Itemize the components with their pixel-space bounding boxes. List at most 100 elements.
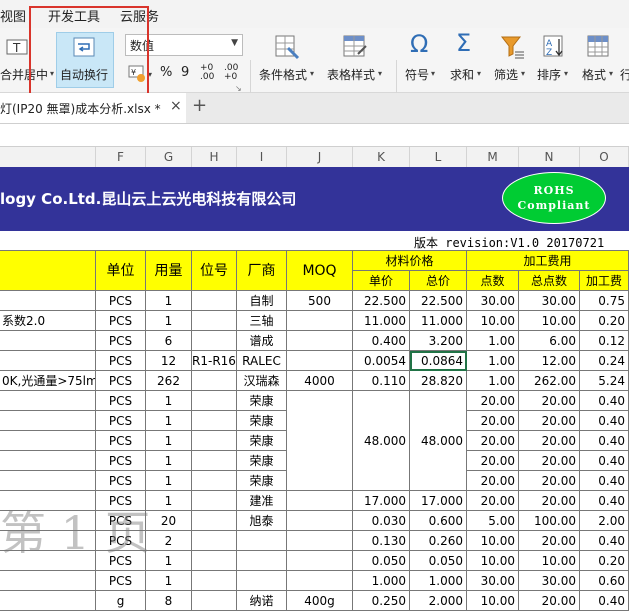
menu-view[interactable]: 视图 <box>0 6 26 25</box>
cell-tp[interactable]: 0.260 <box>410 531 467 551</box>
cell-fee[interactable]: 0.75 <box>580 291 629 311</box>
filter-button[interactable]: 筛选 <box>494 66 518 83</box>
cell-up[interactable] <box>353 451 410 471</box>
cell-up[interactable]: 11.000 <box>353 311 410 331</box>
comma-style-button[interactable]: 9 <box>181 65 189 80</box>
column-header-e[interactable] <box>0 147 96 167</box>
cell-pts[interactable]: 20.00 <box>467 391 519 411</box>
cell-tpts[interactable]: 12.00 <box>519 351 580 371</box>
header-material-price[interactable]: 材料价格 <box>353 251 467 271</box>
cell-up[interactable] <box>353 411 410 431</box>
cell-pos[interactable] <box>192 531 237 551</box>
cell-desc[interactable] <box>0 411 96 431</box>
cell-tp[interactable]: 22.500 <box>410 291 467 311</box>
cell-fee[interactable]: 0.40 <box>580 471 629 491</box>
cell-fee[interactable]: 0.40 <box>580 591 629 611</box>
cell-pts[interactable]: 10.00 <box>467 531 519 551</box>
symbol-button[interactable]: 符号 <box>405 66 429 83</box>
header-unit-price[interactable]: 单价 <box>353 271 410 291</box>
cell-tpts[interactable]: 20.00 <box>519 411 580 431</box>
filter-caret-icon[interactable]: ▾ <box>521 69 525 78</box>
cell-unit[interactable]: PCS <box>96 331 146 351</box>
cell-tp[interactable]: 11.000 <box>410 311 467 331</box>
cell-unit[interactable]: PCS <box>96 411 146 431</box>
cell-qty[interactable]: 1 <box>146 571 192 591</box>
decrease-decimal-button[interactable]: .00 +0 <box>224 64 244 82</box>
cell-tpts[interactable]: 10.00 <box>519 551 580 571</box>
cell-maker[interactable]: 谱成 <box>237 331 287 351</box>
cell-tp[interactable]: 28.820 <box>410 371 467 391</box>
column-header-m[interactable]: M <box>467 147 519 167</box>
cell-tpts[interactable]: 10.00 <box>519 311 580 331</box>
cell-maker[interactable]: 荣康 <box>237 431 287 451</box>
cell-unit[interactable]: PCS <box>96 391 146 411</box>
cell-pos[interactable] <box>192 411 237 431</box>
cell-pos[interactable] <box>192 571 237 591</box>
cell-fee[interactable]: 0.12 <box>580 331 629 351</box>
cell-desc[interactable] <box>0 471 96 491</box>
header-processing[interactable]: 加工费 <box>580 271 629 291</box>
cell-tp[interactable]: 2.000 <box>410 591 467 611</box>
cell-tpts[interactable]: 20.00 <box>519 431 580 451</box>
cell-tpts[interactable]: 20.00 <box>519 491 580 511</box>
dialog-launcher-icon[interactable]: ↘ <box>235 84 242 93</box>
cell-pts[interactable]: 1.00 <box>467 371 519 391</box>
cell-pts[interactable]: 20.00 <box>467 491 519 511</box>
header-description[interactable] <box>0 251 96 291</box>
cell-qty[interactable]: 2 <box>146 531 192 551</box>
conditional-format-button[interactable]: 条件格式 <box>259 66 307 83</box>
cell-moq[interactable] <box>287 391 353 411</box>
cell-maker[interactable]: 纳诺 <box>237 591 287 611</box>
header-processing-fee[interactable]: 加工费用 <box>467 251 629 271</box>
cell-maker[interactable] <box>237 551 287 571</box>
increase-decimal-button[interactable]: +0 .00 <box>200 64 220 82</box>
cell-unit[interactable]: PCS <box>96 451 146 471</box>
cell-moq[interactable] <box>287 451 353 471</box>
cell-desc[interactable] <box>0 591 96 611</box>
column-header-j[interactable]: J <box>287 147 353 167</box>
close-tab-icon[interactable]: × <box>170 98 182 114</box>
cell-pos[interactable] <box>192 311 237 331</box>
company-banner[interactable]: logy Co.Ltd.昆山云上云光电科技有限公司 ROHS Compliant <box>0 167 629 231</box>
cell-qty[interactable]: 1 <box>146 431 192 451</box>
cell-qty[interactable]: 20 <box>146 511 192 531</box>
cell-tpts[interactable]: 20.00 <box>519 471 580 491</box>
cell-qty[interactable]: 1 <box>146 551 192 571</box>
cell-moq[interactable]: 400g <box>287 591 353 611</box>
cell-fee[interactable]: 5.24 <box>580 371 629 391</box>
cell-pts[interactable]: 1.00 <box>467 331 519 351</box>
sum-caret-icon[interactable]: ▾ <box>477 69 481 78</box>
cell-tpts[interactable]: 20.00 <box>519 391 580 411</box>
cell-moq[interactable] <box>287 571 353 591</box>
cell-desc[interactable] <box>0 451 96 471</box>
column-header-l[interactable]: L <box>410 147 467 167</box>
percent-button[interactable]: % <box>160 65 172 80</box>
add-tab-icon[interactable]: + <box>192 95 207 116</box>
cell-pos[interactable]: R1-R16 <box>192 351 237 371</box>
cell-up[interactable]: 22.500 <box>353 291 410 311</box>
cell-pts[interactable]: 1.00 <box>467 351 519 371</box>
cell-fee[interactable]: 0.40 <box>580 531 629 551</box>
cell-qty[interactable]: 8 <box>146 591 192 611</box>
sum-button[interactable]: 求和 <box>450 66 474 83</box>
cell-tp[interactable]: 48.000 <box>410 431 467 451</box>
cell-fee[interactable]: 0.20 <box>580 551 629 571</box>
cell-desc[interactable] <box>0 291 96 311</box>
cell-tpts[interactable]: 30.00 <box>519 291 580 311</box>
cell-unit[interactable]: PCS <box>96 571 146 591</box>
cell-desc[interactable] <box>0 351 96 371</box>
cell-fee[interactable]: 0.40 <box>580 391 629 411</box>
cell-pos[interactable] <box>192 371 237 391</box>
cell-unit[interactable]: PCS <box>96 291 146 311</box>
cell-moq[interactable] <box>287 531 353 551</box>
cell-pos[interactable] <box>192 511 237 531</box>
cell-tpts[interactable]: 100.00 <box>519 511 580 531</box>
cell-moq[interactable]: 4000 <box>287 371 353 391</box>
column-header-n[interactable]: N <box>519 147 580 167</box>
cell-moq[interactable] <box>287 351 353 371</box>
cell-pos[interactable] <box>192 591 237 611</box>
column-header-h[interactable]: H <box>192 147 237 167</box>
cell-maker[interactable]: RALEC <box>237 351 287 371</box>
cell-desc[interactable] <box>0 391 96 411</box>
cell-up[interactable]: 0.110 <box>353 371 410 391</box>
